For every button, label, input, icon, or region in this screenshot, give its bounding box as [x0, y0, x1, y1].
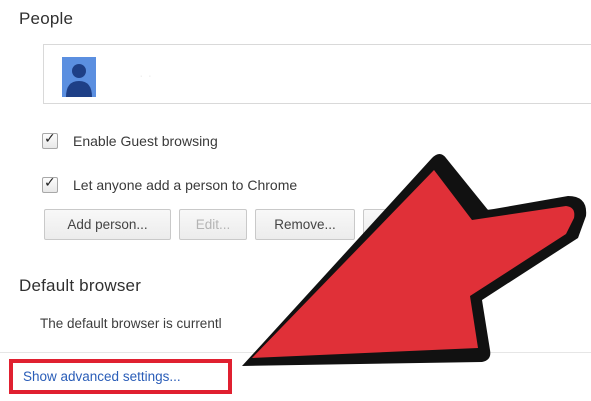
let-anyone-add-checkbox[interactable]: ✓: [42, 174, 58, 193]
profile-name: · ·: [139, 67, 153, 83]
profile-list[interactable]: · ·: [43, 44, 591, 104]
avatar: [62, 57, 96, 97]
check-icon: ✓: [44, 130, 56, 146]
check-icon: ✓: [44, 174, 56, 190]
add-person-button[interactable]: Add person...: [44, 209, 171, 240]
default-browser-description: The default browser is currentl: [40, 316, 222, 331]
people-section-title: People: [19, 9, 74, 28]
enable-guest-row[interactable]: ✓ Enable Guest browsing: [42, 130, 218, 149]
show-advanced-settings-link[interactable]: Show advanced settings...: [23, 369, 181, 384]
let-anyone-add-row[interactable]: ✓ Let anyone add a person to Chrome: [42, 174, 298, 193]
highlight-box: Show advanced settings...: [9, 359, 232, 394]
edit-button[interactable]: Edit...: [179, 209, 247, 240]
let-anyone-add-label: Let anyone add a person to Chrome: [73, 177, 298, 193]
default-browser-title: Default browser: [19, 276, 142, 295]
import-bookmarks-button[interactable]: ...ks: [363, 209, 513, 240]
divider: [0, 352, 591, 353]
remove-button[interactable]: Remove...: [255, 209, 355, 240]
enable-guest-checkbox[interactable]: ✓: [42, 130, 58, 149]
enable-guest-label: Enable Guest browsing: [73, 133, 218, 149]
